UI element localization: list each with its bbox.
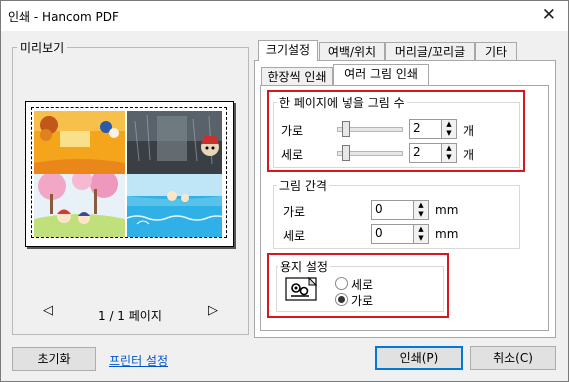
- printer-settings-link[interactable]: 프린터 설정: [109, 352, 168, 369]
- spin-buttons[interactable]: ▲ ▼: [413, 225, 428, 243]
- print-button-label: 인쇄(P): [399, 351, 439, 365]
- highlight-box-paper-settings: [267, 253, 449, 318]
- image-spacing-title: 그림 간격: [277, 177, 329, 194]
- subtab-label: 한장씩 인쇄: [267, 70, 327, 84]
- tab-header-footer[interactable]: 머리글/꼬리글: [385, 42, 475, 61]
- spin-buttons[interactable]: ▲ ▼: [413, 201, 428, 219]
- title-bar: 인쇄 - Hancom PDF ✕: [1, 1, 568, 31]
- next-page-icon[interactable]: ▷: [208, 303, 218, 318]
- thumbnail-4: [127, 174, 222, 237]
- spin-down-icon[interactable]: ▼: [414, 234, 428, 243]
- vertical-spacing-label: 세로: [283, 229, 306, 243]
- horizontal-spacing-unit: mm: [435, 203, 459, 217]
- highlight-box-images-per-page: [267, 90, 525, 172]
- spin-up-icon[interactable]: ▲: [414, 201, 428, 210]
- print-button[interactable]: 인쇄(P): [375, 346, 463, 370]
- page-indicator: 1 / 1 페이지: [98, 309, 162, 323]
- horizontal-spacing-spinner[interactable]: 0 ▲ ▼: [371, 200, 429, 220]
- tab-label: 여백/위치: [327, 45, 377, 59]
- tab-label: 기타: [484, 45, 508, 59]
- previous-page-icon[interactable]: ◁: [43, 303, 53, 318]
- spin-down-icon[interactable]: ▼: [414, 210, 428, 219]
- horizontal-spacing-value[interactable]: 0: [375, 202, 383, 216]
- preview-legend: 미리보기: [17, 39, 68, 56]
- tab-label: 머리글/꼬리글: [394, 45, 466, 59]
- tab-margin-position[interactable]: 여백/위치: [319, 42, 385, 61]
- tab-etc[interactable]: 기타: [475, 42, 517, 61]
- thumbnail-3: [34, 174, 125, 237]
- cancel-button[interactable]: 취소(C): [470, 346, 556, 370]
- tab-label: 크기설정: [265, 43, 311, 57]
- subtab-label: 여러 그림 인쇄: [344, 67, 418, 81]
- horizontal-spacing-label: 가로: [283, 205, 306, 219]
- tab-size-settings[interactable]: 크기설정: [258, 40, 318, 61]
- print-dialog: 인쇄 - Hancom PDF ✕ 미리보기 ◁ 1 / 1 페이지 ▷ 크기설…: [0, 0, 569, 382]
- cancel-button-label: 취소(C): [493, 351, 533, 365]
- thumbnail-1: [34, 111, 125, 174]
- spin-up-icon[interactable]: ▲: [414, 225, 428, 234]
- subtab-multi-image-print[interactable]: 여러 그림 인쇄: [333, 64, 429, 85]
- reset-button[interactable]: 초기화: [12, 347, 96, 371]
- window-title: 인쇄 - Hancom PDF: [8, 10, 119, 24]
- vertical-spacing-spinner[interactable]: 0 ▲ ▼: [371, 224, 429, 244]
- subtab-single-print[interactable]: 한장씩 인쇄: [261, 67, 333, 86]
- vertical-spacing-unit: mm: [435, 227, 459, 241]
- reset-button-label: 초기화: [37, 352, 71, 366]
- vertical-spacing-value[interactable]: 0: [375, 226, 383, 240]
- close-icon[interactable]: ✕: [542, 5, 556, 25]
- thumbnail-2: [127, 111, 222, 174]
- preview-page: [25, 101, 234, 247]
